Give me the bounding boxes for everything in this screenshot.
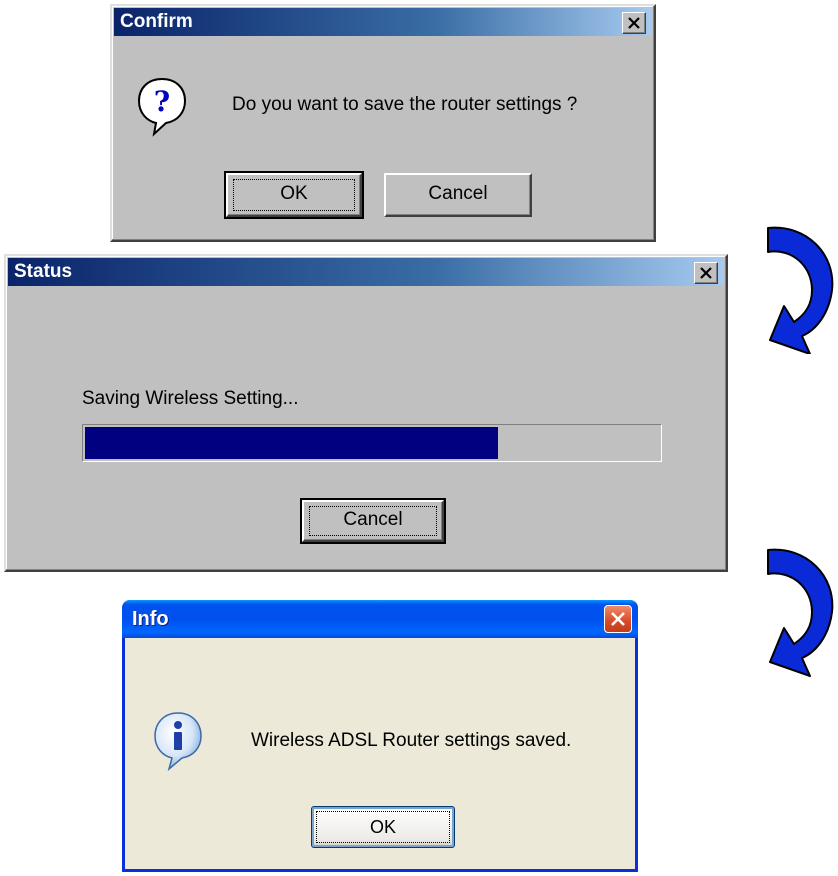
status-cancel-label: Cancel bbox=[343, 509, 403, 530]
confirm-titlebar[interactable]: Confirm bbox=[114, 8, 652, 36]
curved-arrow-icon bbox=[767, 548, 834, 677]
status-close-button[interactable] bbox=[694, 262, 718, 284]
question-icon: ? bbox=[137, 77, 187, 137]
progress-bar bbox=[82, 424, 662, 462]
close-icon bbox=[700, 267, 712, 279]
status-dialog: Status Saving Wireless Setting... Cancel bbox=[4, 254, 728, 572]
curved-arrow-icon bbox=[767, 226, 834, 354]
status-titlebar[interactable]: Status bbox=[8, 258, 724, 286]
ok-button[interactable]: OK bbox=[224, 171, 364, 219]
info-ok-label: OK bbox=[369, 817, 396, 837]
confirm-close-button[interactable] bbox=[622, 12, 646, 34]
status-cancel-button[interactable]: Cancel bbox=[300, 498, 446, 544]
confirm-dialog: Confirm ? Do you want to save the router… bbox=[110, 4, 656, 242]
cancel-button-label: Cancel bbox=[428, 183, 488, 204]
info-dialog: Info Wireless ADSL Router settings saved… bbox=[122, 600, 638, 872]
info-ok-button[interactable]: OK bbox=[311, 806, 455, 848]
cancel-button[interactable]: Cancel bbox=[384, 173, 532, 217]
info-titlebar[interactable]: Info bbox=[122, 600, 638, 638]
status-message: Saving Wireless Setting... bbox=[82, 388, 299, 409]
info-message: Wireless ADSL Router settings saved. bbox=[251, 730, 572, 751]
svg-text:?: ? bbox=[154, 85, 170, 118]
close-icon bbox=[628, 17, 640, 29]
info-close-button[interactable] bbox=[604, 605, 632, 633]
progress-fill bbox=[85, 427, 498, 459]
close-icon bbox=[611, 612, 625, 626]
info-icon bbox=[154, 712, 202, 772]
ok-button-label: OK bbox=[280, 183, 308, 204]
info-title: Info bbox=[132, 608, 169, 630]
confirm-message: Do you want to save the router settings … bbox=[232, 94, 578, 115]
status-title: Status bbox=[14, 261, 73, 282]
confirm-title: Confirm bbox=[120, 11, 193, 32]
